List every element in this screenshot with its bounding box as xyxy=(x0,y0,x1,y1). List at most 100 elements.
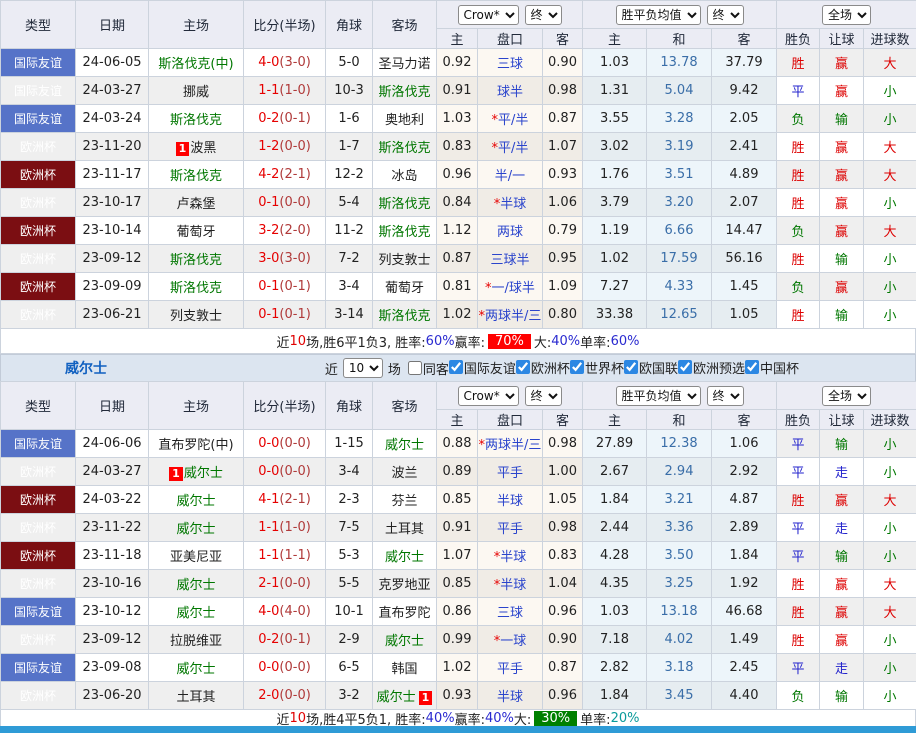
final-avg-select-2[interactable]: 终 xyxy=(707,386,744,406)
home-team-name: 土耳其 xyxy=(176,690,215,705)
league-filter[interactable]: 国际友谊 xyxy=(449,358,516,377)
home-team-name: 亚美尼亚 xyxy=(170,550,222,565)
corner-cell: 5-5 xyxy=(326,570,373,598)
final-odds-select-2[interactable]: 终 xyxy=(525,386,562,406)
goals-result-cell: 小 xyxy=(864,542,916,570)
score-cell: 1-1(1-0) xyxy=(244,514,326,542)
league-cell: 欧洲杯 xyxy=(1,245,76,273)
col-header-handicap: 盘口 xyxy=(478,410,543,430)
corner-cell: 3-4 xyxy=(326,458,373,486)
home-odds-cell: 0.81 xyxy=(437,273,478,301)
league-filter[interactable]: 欧洲杯 xyxy=(516,358,570,377)
league-cell: 国际友谊 xyxy=(1,654,76,682)
league-filter-label: 欧国联 xyxy=(639,358,678,377)
same-opponent-checkbox[interactable] xyxy=(408,361,422,375)
final-avg-select[interactable]: 终 xyxy=(707,5,744,25)
handicap-line: 两球半/三 xyxy=(485,309,541,324)
home-odds-cell: 0.84 xyxy=(437,189,478,217)
league-filter-label: 中国杯 xyxy=(760,358,799,377)
handicap-line: 三球半 xyxy=(490,253,529,268)
odds-controls: Crow* 终 xyxy=(437,1,583,29)
date-cell: 24-03-22 xyxy=(76,486,149,514)
handicap-cell: 球半 xyxy=(478,77,543,105)
avg-draw-cell: 3.36 xyxy=(647,514,712,542)
league-filter[interactable]: 世界杯 xyxy=(570,358,624,377)
league-checkbox[interactable] xyxy=(570,360,584,374)
score-cell: 1-2(0-0) xyxy=(244,133,326,161)
summary-segment: 60% xyxy=(611,334,640,349)
league-checkbox[interactable] xyxy=(449,360,463,374)
league-cell: 欧洲杯 xyxy=(1,301,76,329)
avg-select-2[interactable]: 胜平负均值 xyxy=(616,386,701,406)
corner-cell: 3-2 xyxy=(326,682,373,710)
corner-cell: 1-15 xyxy=(326,430,373,458)
goals-result-cell: 小 xyxy=(864,301,916,329)
league-checkbox[interactable] xyxy=(624,360,638,374)
avg-away-cell: 4.87 xyxy=(712,486,777,514)
home-team-name: 威尔士 xyxy=(176,606,215,621)
home-odds-cell: 0.92 xyxy=(437,49,478,77)
match-row: 欧洲杯23-11-201波黑1-2(0-0)1-7斯洛伐克0.83*平/半1.0… xyxy=(1,133,916,161)
same-opponent-filter[interactable]: 同客 xyxy=(404,359,449,378)
home-team-cell: 列支敦士 xyxy=(149,301,244,329)
league-checkbox[interactable] xyxy=(678,360,692,374)
score-cell: 3-2(2-0) xyxy=(244,217,326,245)
avg-draw-cell: 3.28 xyxy=(647,105,712,133)
league-filter[interactable]: 中国杯 xyxy=(745,358,799,377)
scope-select[interactable]: 全场 xyxy=(822,5,871,25)
col-header-away: 客场 xyxy=(373,382,437,430)
away-odds-cell: 0.98 xyxy=(543,514,583,542)
away-team-name: 波兰 xyxy=(391,466,417,481)
home-team-cell: 威尔士 xyxy=(149,654,244,682)
summary-segment: 40% xyxy=(551,334,580,349)
league-checkbox[interactable] xyxy=(516,360,530,374)
date-cell: 23-11-20 xyxy=(76,133,149,161)
home-team-name: 列支敦士 xyxy=(170,309,222,324)
avg-home-cell: 7.27 xyxy=(583,273,647,301)
avg-select[interactable]: 胜平负均值 xyxy=(616,5,701,25)
match-row: 欧洲杯23-11-22威尔士1-1(1-0)7-5土耳其0.91平手0.982.… xyxy=(1,514,916,542)
home-team-name: 斯洛伐克 xyxy=(170,169,222,184)
home-odds-cell: 1.03 xyxy=(437,105,478,133)
fulltime-score: 0-1 xyxy=(258,195,279,210)
away-team-name: 列支敦士 xyxy=(378,253,430,268)
league-cell: 国际友谊 xyxy=(1,49,76,77)
avg-draw-cell: 13.18 xyxy=(647,598,712,626)
date-cell: 23-09-08 xyxy=(76,654,149,682)
league-filter-label: 欧洲预选 xyxy=(693,358,745,377)
away-odds-cell: 0.90 xyxy=(543,49,583,77)
league-filter[interactable]: 欧洲预选 xyxy=(678,358,745,377)
wdl-result-cell: 负 xyxy=(777,682,820,710)
avg-controls: 胜平负均值 终 xyxy=(583,1,777,29)
col-header-odds-home: 主 xyxy=(437,29,478,49)
match-row: 欧洲杯24-03-22威尔士4-1(2-1)2-3芬兰0.85半球1.051.8… xyxy=(1,486,916,514)
avg-draw-cell: 4.02 xyxy=(647,626,712,654)
league-filter[interactable]: 欧国联 xyxy=(624,358,678,377)
date-cell: 23-09-12 xyxy=(76,245,149,273)
avg-draw-cell: 3.20 xyxy=(647,189,712,217)
league-checkbox[interactable] xyxy=(745,360,759,374)
handicap-line: 平手 xyxy=(497,466,523,481)
home-team-name: 葡萄牙 xyxy=(176,225,215,240)
fulltime-score: 2-0 xyxy=(258,688,279,703)
near-count-select[interactable]: 10 xyxy=(343,358,383,378)
match-row: 欧洲杯23-10-14葡萄牙3-2(2-0)11-2斯洛伐克1.12两球0.79… xyxy=(1,217,916,245)
halftime-score: (0-1) xyxy=(279,111,310,126)
home-team-cell: 1威尔士 xyxy=(149,458,244,486)
wdl-result-cell: 平 xyxy=(777,77,820,105)
fulltime-score: 4-0 xyxy=(258,604,279,619)
home-team-cell: 土耳其 xyxy=(149,682,244,710)
bookmaker-select-2[interactable]: Crow* xyxy=(458,386,519,406)
corner-cell: 7-5 xyxy=(326,514,373,542)
odds-controls: Crow* 终 xyxy=(437,382,583,410)
summary-segment: 场,胜6平1负3, 胜率: xyxy=(306,332,426,351)
col-header-home: 主场 xyxy=(149,382,244,430)
date-cell: 24-03-27 xyxy=(76,458,149,486)
final-odds-select[interactable]: 终 xyxy=(525,5,562,25)
avg-away-cell: 56.16 xyxy=(712,245,777,273)
handicap-line: 半球 xyxy=(500,550,526,565)
col-header-away: 客场 xyxy=(373,1,437,49)
bookmaker-select[interactable]: Crow* xyxy=(458,5,519,25)
score-cell: 0-1(0-0) xyxy=(244,189,326,217)
scope-select-2[interactable]: 全场 xyxy=(822,386,871,406)
